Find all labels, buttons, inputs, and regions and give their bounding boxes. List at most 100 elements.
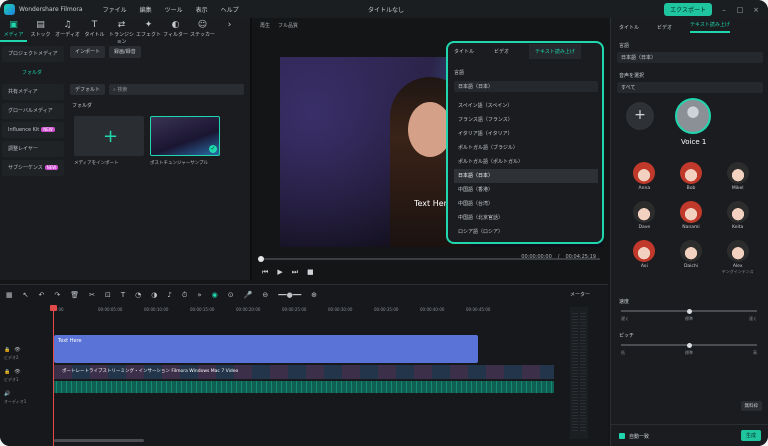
zoom-in-icon[interactable]: ⊕ (311, 291, 317, 299)
credits-button[interactable]: 無料枠 (740, 401, 762, 411)
track-header-video2[interactable]: 🔒 👁 ビデオ2 (0, 339, 52, 361)
tool-transition[interactable]: ⇄ トランジション (108, 20, 135, 45)
popup-tab-tts[interactable]: テキスト読み上げ (529, 43, 581, 59)
popup-tab-title[interactable]: タイトル (454, 48, 474, 55)
language-option[interactable]: 中国語（北京官話） (454, 211, 598, 225)
selected-voice-avatar[interactable] (675, 98, 711, 134)
timeline-scrollbar[interactable] (54, 439, 144, 442)
playback-quality[interactable]: 再生 (260, 22, 270, 29)
toolbar-more-icon[interactable]: › (216, 20, 243, 42)
language-option[interactable]: スペイン語（スペイン） (454, 99, 598, 113)
popup-language-select[interactable]: 日本語（日本） (454, 81, 598, 92)
render-icon[interactable]: ⊙ (228, 291, 234, 299)
speed-slider-knob[interactable] (686, 308, 692, 314)
pitch-slider-knob[interactable] (686, 342, 692, 348)
tool-effect[interactable]: ✦ エフェクト (135, 20, 162, 42)
play-icon[interactable]: ▶ (277, 268, 282, 277)
voice-card-bob[interactable]: Bob (668, 162, 715, 191)
sidebar-item-subsequence[interactable]: サブシーケンス NEW (2, 160, 64, 176)
speaker-icon[interactable]: 🔊 (4, 391, 10, 397)
select-icon[interactable]: ↖ (23, 291, 29, 299)
stop-icon[interactable]: ■ (307, 268, 314, 277)
quality-select[interactable]: フル品質 (278, 22, 298, 29)
language-option[interactable]: ポルトガル語（ブラジル） (454, 141, 598, 155)
tool-filter[interactable]: ◐ フィルター (162, 20, 189, 42)
sidebar-item-project-media[interactable]: プロジェクトメディア (2, 46, 64, 62)
speed-slider[interactable] (621, 308, 757, 314)
snap-icon[interactable]: ◉ (212, 291, 218, 299)
lock-icon[interactable]: 🔒 (4, 347, 10, 353)
export-button[interactable]: エクスポート (664, 3, 712, 16)
sidebar-item-influence-kit[interactable]: Influence Kit NEW (2, 122, 64, 138)
voice-filter-select[interactable]: すべて (617, 82, 763, 93)
lock-icon[interactable]: 🔒 (4, 369, 10, 375)
language-option[interactable]: フランス語（フランス） (454, 113, 598, 127)
voice-card-daichi[interactable]: Daichi (668, 240, 715, 275)
eye-icon[interactable]: 👁 (14, 369, 20, 375)
track-header-audio1[interactable]: 🔊 オーディオ1 (0, 383, 52, 405)
tool-media[interactable]: ▣ メディア (0, 20, 27, 42)
sidebar-item-adjustment-layer[interactable]: 調整レイヤー (2, 141, 64, 157)
audio-clip[interactable] (54, 381, 554, 393)
record-button[interactable]: 録画/録音 (109, 46, 141, 58)
sidebar-item-global-media[interactable]: グローバルメディア (2, 103, 64, 119)
cut-icon[interactable]: ✂ (89, 291, 95, 299)
more-tools-icon[interactable]: » (197, 291, 201, 299)
sidebar-item-shared-media[interactable]: 共有メディア (2, 84, 64, 100)
redo-icon[interactable]: ↷ (54, 291, 60, 299)
language-option-selected[interactable]: 日本語（日本） (454, 169, 598, 183)
tab-tts[interactable]: テキスト読み上げ (690, 21, 730, 33)
progress-knob[interactable] (258, 256, 264, 262)
video-clip[interactable]: ポートレートライブストリーミング・インサーション Filmora Windows… (54, 365, 554, 379)
voice-card-dave[interactable]: Dave (621, 201, 668, 230)
color-icon[interactable]: ◑ (151, 291, 157, 299)
text-icon[interactable]: T (121, 291, 125, 299)
mic-icon[interactable]: 🎤 (244, 291, 253, 299)
eye-icon[interactable]: 👁 (14, 347, 20, 353)
tab-title[interactable]: タイトル (619, 24, 639, 31)
voice-card-keita[interactable]: Keita (714, 201, 761, 230)
undo-icon[interactable]: ↶ (39, 291, 45, 299)
layout-icon[interactable]: ▦ (6, 291, 13, 299)
language-option[interactable]: ロシア語（ロシア） (454, 225, 598, 239)
voice-card-alex[interactable]: Alex ヤングインテンス (714, 240, 761, 275)
menu-edit[interactable]: 編集 (140, 5, 152, 14)
import-button[interactable]: インポート (70, 46, 106, 58)
voice-card-anna[interactable]: Anna (621, 162, 668, 191)
menu-tools[interactable]: ツール (165, 5, 183, 14)
default-sort-button[interactable]: デフォルト (70, 84, 106, 95)
text-clip[interactable]: Text Here (54, 335, 478, 363)
audio-tool-icon[interactable]: ♪ (167, 291, 171, 299)
tool-sticker[interactable]: ☺ ステッカー (189, 20, 216, 42)
voice-card-mikel[interactable]: Mikel (714, 162, 761, 191)
menu-view[interactable]: 表示 (196, 5, 208, 14)
tool-stock[interactable]: ▤ ストック (27, 20, 54, 42)
tab-video[interactable]: ビデオ (657, 24, 672, 31)
prev-frame-icon[interactable]: ⏮ (262, 268, 268, 277)
language-option[interactable]: 中国語（香港） (454, 183, 598, 197)
language-select[interactable]: 日本語（日本） (617, 52, 763, 63)
next-frame-icon[interactable]: ⏭ (292, 268, 298, 277)
language-option[interactable]: 中国語（台湾） (454, 197, 598, 211)
delete-icon[interactable]: 🗑 (70, 291, 79, 299)
add-voice-button[interactable]: + (626, 102, 654, 130)
timeline-ruler[interactable]: 00:00 00:00:05:00 00:00:10:00 00:00:15:0… (52, 305, 562, 315)
voice-card-nanami[interactable]: Nanami (668, 201, 715, 230)
crop-icon[interactable]: ⊡ (105, 291, 111, 299)
language-option[interactable]: イタリア語（イタリア） (454, 127, 598, 141)
zoom-out-icon[interactable]: ⊖ (262, 291, 268, 299)
speed-icon[interactable]: ◔ (135, 291, 141, 299)
menu-help[interactable]: ヘルプ (221, 5, 239, 14)
timer-icon[interactable]: ⏱ (182, 291, 187, 300)
voice-card-aoi[interactable]: Aoi (621, 240, 668, 275)
sidebar-item-folder[interactable]: フォルダ (2, 65, 64, 81)
tool-title[interactable]: T タイトル (81, 20, 108, 42)
minimize-icon[interactable]: – (720, 6, 728, 14)
sample-video-tile[interactable]: ✓ (150, 116, 220, 156)
search-input[interactable]: ⌕ 検索 (109, 84, 244, 95)
pitch-slider[interactable] (621, 342, 757, 348)
menu-file[interactable]: ファイル (103, 5, 127, 14)
tool-audio[interactable]: ♫ オーディオ (54, 20, 81, 42)
generate-button[interactable]: 生成 (740, 430, 761, 441)
maximize-icon[interactable]: □ (736, 6, 744, 14)
